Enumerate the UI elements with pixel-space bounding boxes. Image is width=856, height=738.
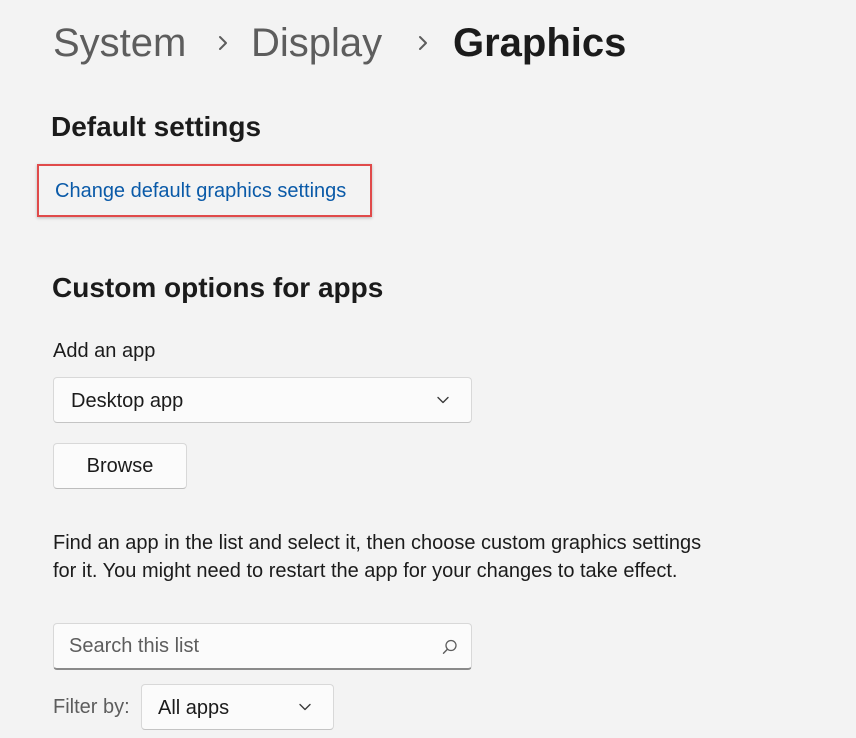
search-input[interactable] [69, 624, 429, 669]
filter-dropdown[interactable]: All apps [141, 684, 334, 730]
chevron-right-icon [219, 36, 227, 50]
breadcrumb-item-system[interactable]: System [53, 23, 186, 63]
app-type-dropdown[interactable]: Desktop app [53, 377, 472, 423]
browse-button-label: Browse [86, 455, 154, 477]
filter-by-label: Filter by: [53, 696, 130, 718]
change-default-graphics-settings-link[interactable]: Change default graphics settings [55, 181, 346, 201]
breadcrumb-item-graphics: Graphics [453, 21, 627, 65]
app-type-selected-value: Desktop app [71, 390, 184, 412]
search-field[interactable] [53, 623, 472, 670]
section-title-default-settings: Default settings [51, 111, 262, 142]
browse-button[interactable]: Browse [53, 443, 187, 489]
instructions-text: Find an app in the list and select it, t… [53, 532, 702, 582]
filter-selected-value: All apps [158, 697, 230, 719]
add-app-label: Add an app [53, 340, 156, 362]
chevron-down-icon [299, 703, 311, 711]
chevron-right-icon [419, 36, 427, 50]
section-title-custom-options: Custom options for apps [52, 272, 384, 303]
chevron-down-icon [437, 396, 449, 404]
breadcrumb-item-display[interactable]: Display [251, 23, 382, 63]
search-icon [442, 639, 457, 654]
